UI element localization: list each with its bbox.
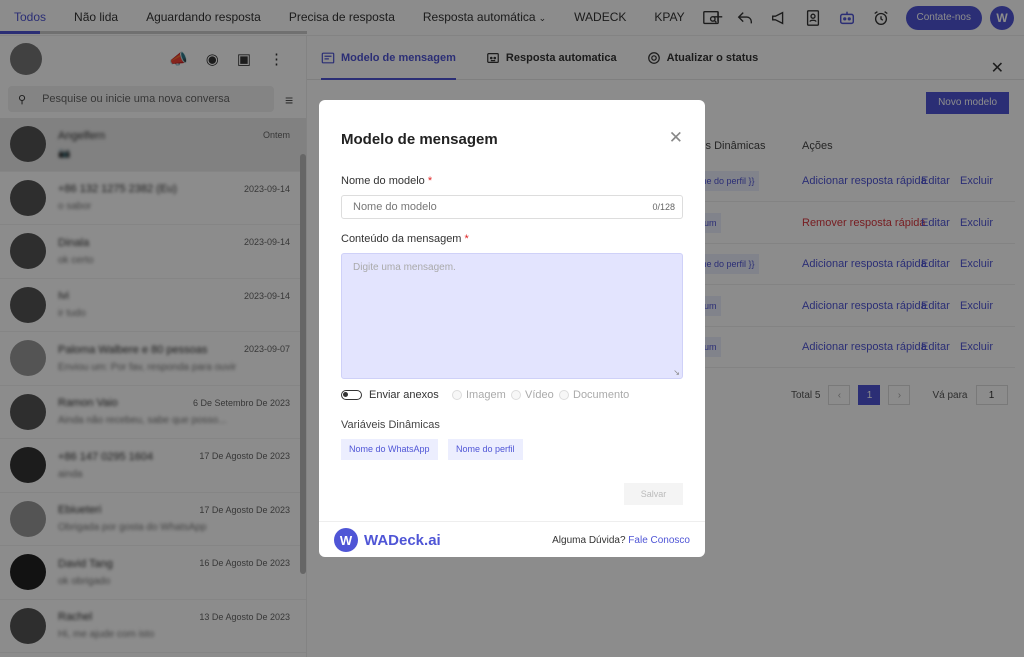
- help-text: Alguma Dúvida? Fale Conosco: [552, 535, 690, 546]
- save-button[interactable]: Salvar: [624, 483, 683, 505]
- brand-logo-icon: W: [334, 528, 358, 552]
- content-placeholder: Digite uma mensagem.: [353, 262, 456, 273]
- brand: W WADeck.ai: [334, 528, 441, 552]
- required-mark: *: [427, 175, 433, 187]
- radio-video[interactable]: Vídeo: [511, 389, 554, 401]
- radio-label: Documento: [573, 389, 630, 401]
- variable-profile-name-chip[interactable]: Nome do perfil: [448, 439, 523, 460]
- contact-link[interactable]: Fale Conosco: [628, 535, 690, 546]
- radio-imagem[interactable]: Imagem: [452, 389, 506, 401]
- message-template-dialog: Modelo de mensagem ✕ Nome do modelo * No…: [319, 100, 705, 557]
- dynamic-variables-title: Variáveis Dinâmicas: [341, 419, 440, 431]
- content-label: Conteúdo da mensagem *: [341, 233, 469, 245]
- help-question: Alguma Dúvida?: [552, 535, 626, 546]
- variable-whatsapp-name-chip[interactable]: Nome do WhatsApp: [341, 439, 438, 460]
- model-name-field[interactable]: Nome do modelo 0/128: [341, 195, 683, 219]
- dialog-title: Modelo de mensagem: [341, 131, 498, 148]
- attachments-toggle[interactable]: [341, 390, 362, 400]
- close-icon[interactable]: ✕: [669, 128, 683, 148]
- resize-handle-icon[interactable]: ↘: [673, 368, 680, 377]
- model-name-placeholder: Nome do modelo: [353, 201, 437, 213]
- brand-name: WADeck.ai: [364, 531, 441, 549]
- radio-label: Imagem: [466, 389, 506, 401]
- radio-documento[interactable]: Documento: [559, 389, 629, 401]
- required-mark: *: [464, 233, 469, 245]
- radio-label: Vídeo: [525, 389, 554, 401]
- dialog-footer: W WADeck.ai Alguma Dúvida? Fale Conosco: [319, 521, 705, 557]
- message-content-textarea[interactable]: Digite uma mensagem. ↘: [341, 253, 683, 379]
- label-text: Conteúdo da mensagem: [341, 233, 462, 245]
- label-text: Nome do modelo: [341, 175, 425, 187]
- attachments-label: Enviar anexos: [369, 389, 439, 401]
- model-name-label: Nome do modelo *: [341, 175, 432, 187]
- char-counter: 0/128: [652, 202, 675, 212]
